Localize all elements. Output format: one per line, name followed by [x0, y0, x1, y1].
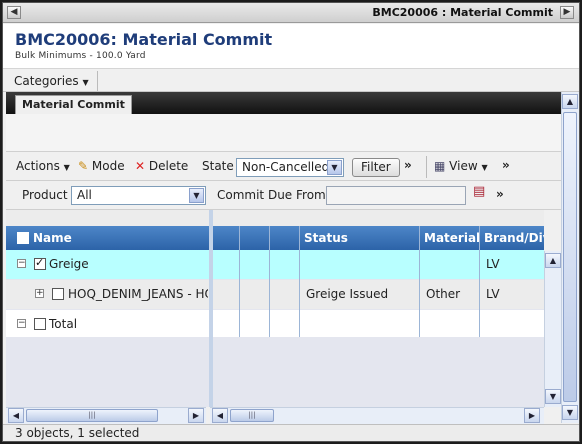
mode-label: Mode: [91, 159, 125, 173]
table-row[interactable]: − Total: [6, 310, 544, 337]
delete-label: Delete: [148, 159, 189, 173]
actions-label: Actions: [16, 159, 60, 173]
caret-down-icon: ▼: [481, 163, 488, 172]
categories-menu[interactable]: Categories ▼: [14, 74, 89, 88]
status-bar: 3 objects, 1 selected: [3, 424, 579, 441]
state-select[interactable]: Non-Cancelled ▼: [236, 158, 344, 177]
chevron-down-icon: ▼: [189, 188, 204, 203]
collapse-icon[interactable]: −: [17, 319, 26, 328]
tab-material-commit[interactable]: Material Commit: [15, 95, 132, 114]
window-title: BMC20006 : Material Commit: [372, 6, 553, 19]
divider: [426, 156, 427, 178]
forward-arrow-icon[interactable]: ▶: [560, 6, 574, 19]
right-pane-horizontal-scrollbar[interactable]: ◀ ||| ▶: [210, 407, 544, 424]
cell-name: Total: [49, 317, 78, 331]
commit-due-label: Commit Due From: [217, 188, 326, 202]
cell-name: Greige: [49, 257, 89, 271]
collapse-icon[interactable]: −: [17, 259, 26, 268]
cell-name: HOQ_DENIM_JEANS - HO: [68, 287, 208, 301]
filter-bar: Product All ▼ Commit Due From ▤ »: [6, 182, 561, 210]
actions-menu[interactable]: Actions ▼: [16, 159, 70, 173]
delete-button[interactable]: ✕ Delete: [135, 159, 188, 173]
product-value: All: [77, 188, 92, 202]
grid-top-strip: [6, 210, 544, 226]
caret-down-icon: ▼: [82, 78, 89, 87]
row-checkbox[interactable]: [34, 256, 46, 270]
column-divider: [299, 226, 300, 337]
scroll-thumb[interactable]: |||: [230, 409, 274, 422]
scroll-up-icon[interactable]: ▲: [545, 253, 561, 268]
scroll-thumb[interactable]: [563, 112, 577, 402]
page-header: BMC20006: Material Commit Bulk Minimums …: [3, 24, 579, 68]
commit-due-input[interactable]: [326, 186, 466, 205]
scroll-right-icon[interactable]: ▶: [188, 408, 204, 423]
page-title: BMC20006: Material Commit: [15, 30, 273, 49]
table-row[interactable]: − Greige LV: [6, 250, 544, 279]
left-pane-horizontal-scrollbar[interactable]: ◀ ||| ▶: [6, 407, 206, 424]
cell-status: Greige Issued: [306, 287, 389, 301]
state-label: State: [202, 159, 234, 173]
row-checkbox[interactable]: [34, 318, 46, 330]
column-divider: [269, 226, 270, 337]
categories-bar: Categories ▼: [3, 68, 579, 92]
content-spacer: [6, 114, 561, 152]
table-row[interactable]: + HOQ_DENIM_JEANS - HO Greige Issued Oth…: [6, 280, 544, 309]
divider: [97, 71, 98, 91]
calendar-icon[interactable]: ▤: [473, 184, 485, 199]
product-label: Product: [22, 188, 68, 202]
view-label: View: [449, 159, 478, 173]
scroll-down-icon[interactable]: ▼: [545, 389, 561, 404]
cell-material: Other: [426, 287, 461, 301]
results-grid: Name Status Material Brand/Divis − Greig…: [6, 210, 544, 407]
state-value: Non-Cancelled: [242, 160, 330, 174]
table-view-icon: ▦: [434, 159, 446, 173]
column-header-name[interactable]: Name: [33, 231, 72, 245]
tab-strip: Material Commit: [6, 92, 561, 114]
scroll-right-icon[interactable]: ▶: [524, 408, 540, 423]
more-arrows-icon[interactable]: »: [496, 187, 504, 201]
more-arrows-icon[interactable]: »: [502, 158, 510, 172]
toolbar: Actions ▼ ✎ Mode ✕ Delete State Non-Canc…: [6, 153, 561, 181]
scroll-left-icon[interactable]: ◀: [8, 408, 24, 423]
scroll-thumb[interactable]: |||: [26, 409, 158, 422]
filter-button[interactable]: Filter: [352, 158, 400, 177]
app-window: ◀ BMC20006 : Material Commit ▶ BMC20006:…: [2, 2, 580, 442]
column-divider: [239, 226, 240, 337]
scroll-left-icon[interactable]: ◀: [212, 408, 228, 423]
page-subtitle: Bulk Minimums - 100.0 Yard: [15, 51, 146, 61]
cell-brand: LV: [486, 257, 500, 271]
scroll-up-icon[interactable]: ▲: [562, 94, 578, 109]
caret-down-icon: ▼: [63, 163, 70, 172]
pencil-icon: ✎: [78, 159, 89, 173]
chevron-down-icon: ▼: [327, 160, 342, 175]
view-menu[interactable]: ▦ View ▼: [434, 159, 488, 173]
categories-label: Categories: [14, 74, 79, 88]
title-bar: ◀ BMC20006 : Material Commit ▶: [3, 3, 579, 23]
grid-vertical-scrollbar[interactable]: ▲ ▼: [544, 251, 561, 407]
column-header-brand[interactable]: Brand/Divis: [484, 231, 544, 245]
frozen-pane-splitter[interactable]: [209, 210, 213, 407]
back-arrow-icon[interactable]: ◀: [7, 6, 21, 19]
column-header-material[interactable]: Material: [424, 231, 480, 245]
more-arrows-icon[interactable]: »: [404, 158, 412, 172]
cell-brand: LV: [486, 287, 500, 301]
select-all-checkbox[interactable]: [17, 232, 29, 244]
column-header-status[interactable]: Status: [304, 231, 348, 245]
column-divider: [479, 226, 480, 337]
page-vertical-scrollbar[interactable]: ▲ ▼: [561, 92, 579, 423]
row-checkbox[interactable]: [52, 288, 64, 300]
mode-button[interactable]: ✎ Mode: [78, 159, 125, 173]
column-divider: [419, 226, 420, 337]
product-select[interactable]: All ▼: [71, 186, 206, 205]
grid-header-row: Name Status Material Brand/Divis: [6, 226, 544, 250]
expand-icon[interactable]: +: [35, 289, 44, 298]
scroll-down-icon[interactable]: ▼: [562, 405, 578, 420]
delete-x-icon: ✕: [135, 159, 146, 173]
